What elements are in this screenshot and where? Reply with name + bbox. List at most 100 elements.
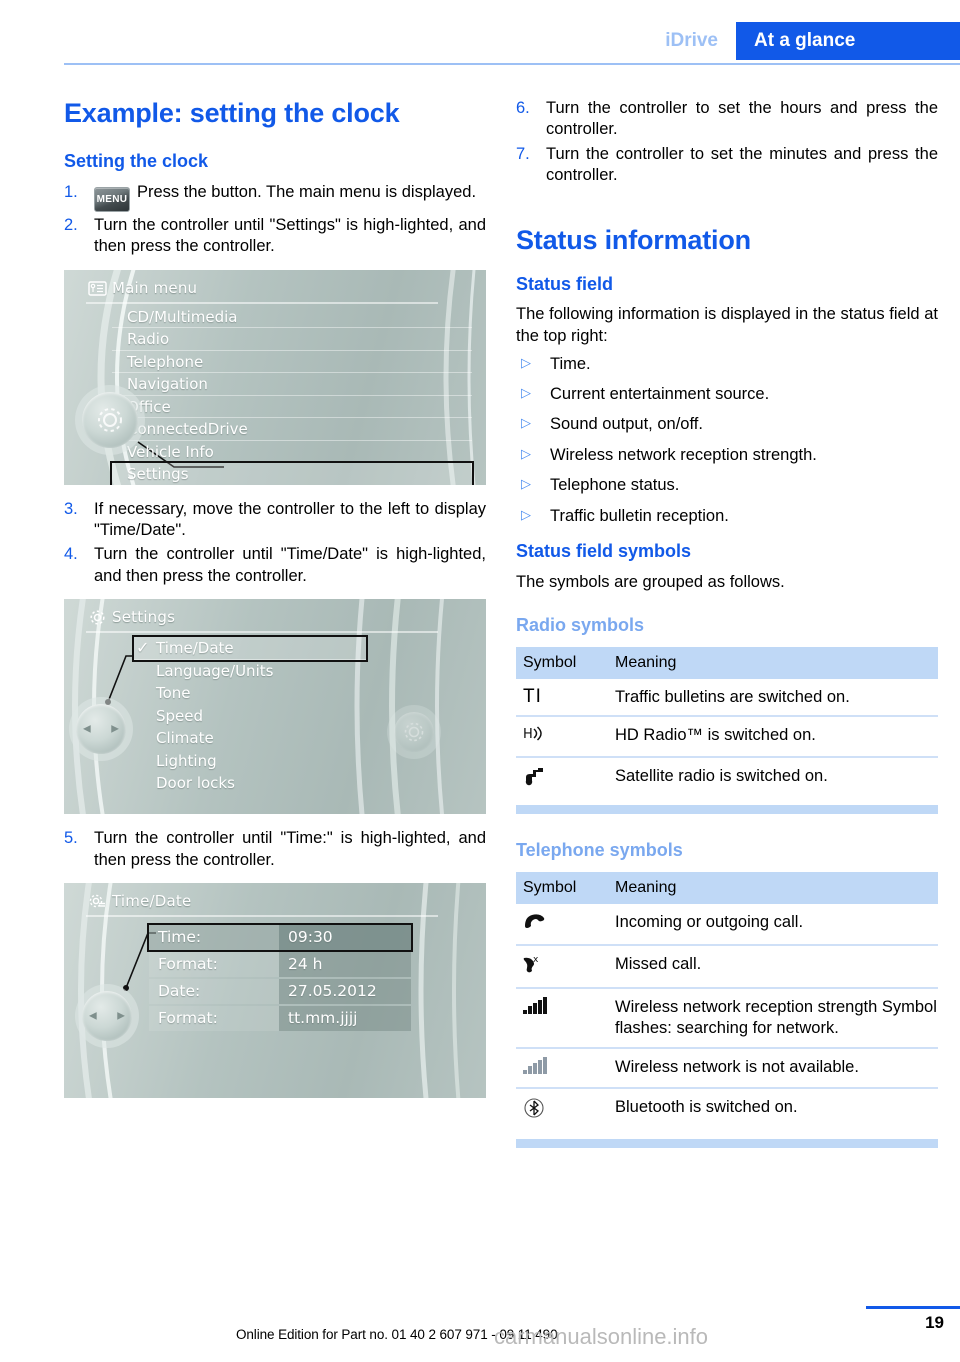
field-row: Format: 24 h (149, 952, 411, 978)
column-header-symbol: Symbol (516, 646, 608, 679)
step-number: 3. (64, 499, 78, 518)
figure-settings: Settings ✓ Time/Date Language/Units Tone… (64, 599, 486, 815)
bluetooth-icon (516, 1088, 608, 1133)
figure-time-date: Time/Date Time: 09:30 Format: 24 h Date:… (64, 883, 486, 1099)
header-section-label: At a glance (736, 22, 960, 60)
list-item: Tone (156, 684, 191, 703)
table-row: Satellite radio is switched on. (516, 757, 938, 800)
bluetooth-glyph (524, 1098, 544, 1118)
field-value: tt.mm.jjjj (279, 1006, 411, 1032)
figure-header-divider (86, 915, 438, 918)
step-text: If necessary, move the controller to the… (94, 499, 486, 539)
list-item: 4. Turn the controller until "Time/Date"… (64, 544, 486, 587)
list-item: Language/Units (156, 661, 274, 680)
figure-header-title: Settings (112, 608, 176, 627)
triangle-bullet-icon: ▷ (521, 476, 531, 492)
table-telephone-symbols: Symbol Meaning Incoming or outgoing call… (516, 872, 938, 1133)
list-item: 1. MENU Press the button. The main menu i… (64, 182, 486, 212)
field-label: Date: (149, 979, 279, 1005)
list-item: ▷ Time. (516, 354, 938, 375)
header-tabs: iDrive At a glance (665, 22, 960, 60)
signal-bars-glyph (523, 997, 547, 1015)
field-row: Format: tt.mm.jjjj (149, 1006, 411, 1032)
list-item: Climate (156, 729, 214, 748)
column-header-meaning: Meaning (608, 872, 938, 904)
heading-status-field-symbols: Status field symbols (516, 541, 692, 562)
paragraph-status-field-intro: The following information is displayed i… (516, 305, 938, 345)
main-menu-list: CD/Multimedia Radio Telephone Navigation… (110, 306, 474, 485)
table-header-row: Symbol Meaning (516, 646, 938, 679)
controller-knob-left-right: ◀ ▶ (82, 991, 132, 1042)
field-value: 09:30 (279, 925, 411, 951)
list-item: Telephone (112, 351, 472, 374)
signal-bars-unavailable-icon (516, 1047, 608, 1090)
list-item: Speed (156, 706, 204, 725)
table-row: x Missed call. (516, 944, 938, 990)
satellite-radio-glyph (525, 767, 543, 785)
list-item-label: Current entertainment source. (550, 385, 770, 404)
field-label: Format: (149, 952, 279, 978)
table-cell-meaning: Wireless network reception strength Symb… (608, 988, 938, 1049)
page-title: Example: setting the clock (64, 98, 400, 128)
list-item: ▷ Sound output, on/off. (516, 414, 938, 435)
triangle-bullet-icon: ▷ (521, 415, 531, 431)
section-title-status-information: Status information (516, 224, 751, 255)
list-item: ▷ Current entertainment source. (516, 384, 938, 405)
list-item: 2. Turn the controller until "Settings" … (64, 215, 486, 258)
hd-radio-glyph: H (523, 726, 542, 742)
step-text: Turn the controller until "Time:" is hig… (94, 829, 486, 869)
footer-divider (866, 1306, 960, 1309)
controller-knob-left-right: ◀ ▶ (76, 704, 126, 755)
list-item: 5. Turn the controller until "Time:" is … (64, 828, 486, 871)
table-row: H HD Radio™ is switched on. (516, 716, 938, 758)
missed-call-glyph: x (523, 955, 539, 972)
gear-icon (98, 407, 122, 432)
section-heading-setting-the-clock: Setting the clock (64, 151, 209, 172)
phone-handset-glyph (525, 914, 545, 928)
column-header-symbol: Symbol (516, 872, 608, 904)
gear-list-icon (88, 893, 107, 910)
traffic-bulletin-icon: TI (516, 678, 608, 718)
paragraph-symbols-intro: The symbols are grouped as follows. (516, 572, 785, 591)
step-text: Press the button. The main menu is displ… (137, 182, 477, 201)
watermark-text: carmanualsonline.info (494, 1324, 709, 1349)
list-item: Door locks (156, 774, 235, 793)
list-item-label: Time/Date (156, 639, 234, 658)
list-item: Navigation (112, 373, 472, 396)
arrow-right-icon: ▶ (117, 1010, 125, 1022)
list-item: ▷ Telephone status. (516, 475, 938, 496)
header-divider (64, 63, 960, 65)
table-cell-meaning: Wireless network is not available. (608, 1047, 938, 1090)
step-number: 5. (64, 829, 78, 848)
triangle-bullet-icon: ▷ (521, 385, 531, 401)
missed-call-icon: x (516, 944, 608, 990)
page-header: iDrive At a glance (0, 0, 960, 74)
triangle-bullet-icon: ▷ (521, 354, 531, 370)
field-row: Date: 27.05.2012 (149, 979, 411, 1005)
step-text: Turn the controller to set the hours and… (546, 99, 938, 139)
hd-radio-icon: H (516, 716, 608, 758)
list-item-label: Traffic bulletin reception. (550, 506, 729, 525)
svg-text:H: H (523, 727, 533, 742)
step-text: Turn the controller until "Time/Date" is… (94, 545, 486, 585)
heading-radio-symbols: Radio symbols (516, 614, 645, 635)
column-header-meaning: Meaning (608, 646, 938, 679)
heading-telephone-symbols: Telephone symbols (516, 840, 683, 861)
steps-list-1: 1. MENU Press the button. The main menu i… (64, 182, 486, 258)
table-radio-symbols: Symbol Meaning TI Traffic bulletins are … (516, 646, 938, 800)
list-item: 7. Turn the controller to set the minute… (516, 144, 938, 187)
signal-bars-dim-glyph (523, 1056, 547, 1074)
step-text: Turn the controller to set the minutes a… (546, 144, 938, 185)
arrow-left-icon: ◀ (83, 723, 91, 735)
table-cell-meaning: Traffic bulletins are switched on. (608, 678, 938, 718)
steps-list-2: 3. If necessary, move the controller to … (64, 499, 486, 588)
triangle-bullet-icon: ▷ (521, 445, 531, 461)
list-item: CD/Multimedia (112, 306, 472, 329)
list-item: Vehicle Info (112, 441, 472, 464)
svg-text:x: x (533, 955, 539, 965)
left-column: Example: setting the clock Setting the c… (64, 98, 486, 1112)
table-cell-meaning: Bluetooth is switched on. (615, 1098, 798, 1117)
table-row: Wireless network is not available. (516, 1047, 938, 1090)
figure-header-divider (86, 631, 438, 634)
field-label: Time: (149, 925, 279, 951)
